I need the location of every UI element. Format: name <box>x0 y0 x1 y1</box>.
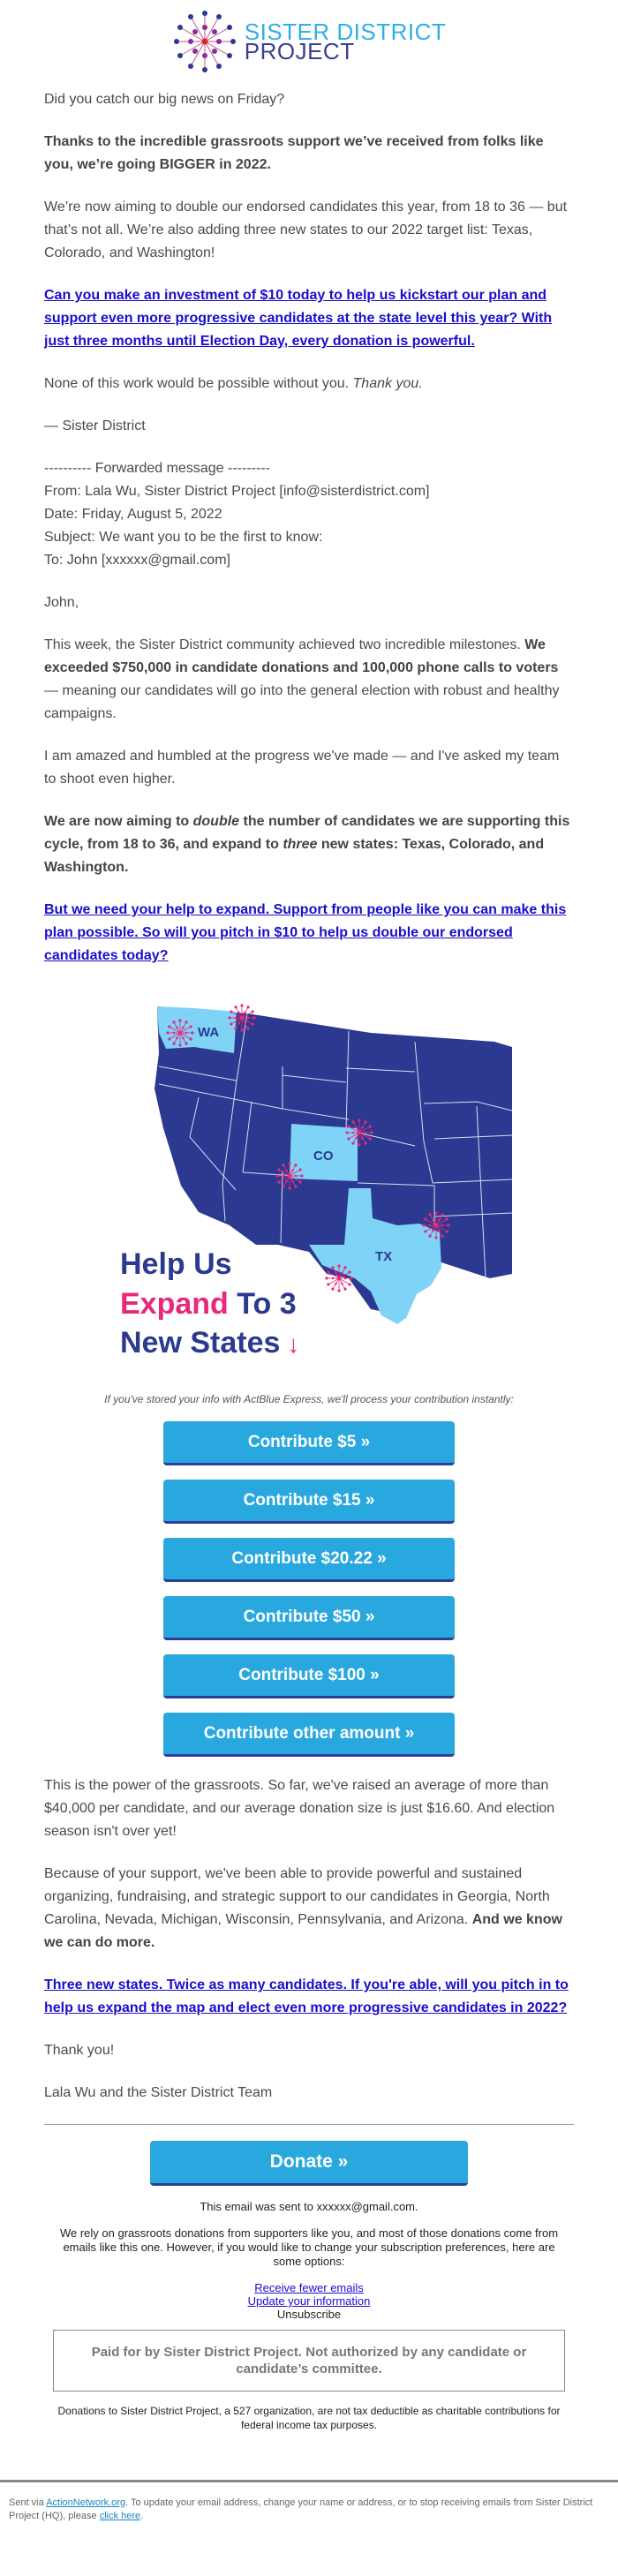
contribute-buttons: Contribute $5 » Contribute $15 » Contrib… <box>0 1421 618 1757</box>
tax-disclaimer: Donations to Sister District Project, a … <box>57 2405 561 2431</box>
amazed-paragraph: I am amazed and humbled at the progress … <box>44 749 560 787</box>
contribute-100-button[interactable]: Contribute $100 » <box>163 1654 455 1699</box>
intro-donate-link[interactable]: Can you make an investment of $10 today … <box>44 288 552 349</box>
click-here-link[interactable]: click here <box>100 2511 140 2521</box>
aim-text-a: We are now aiming to <box>44 814 193 829</box>
aim-italic-three: three <box>283 837 318 852</box>
thanks-paragraph: None of this work would be possible with… <box>44 373 574 395</box>
contribute-20-22-button[interactable]: Contribute $20.22 » <box>163 1538 455 1582</box>
state-label-tx: TX <box>375 1249 392 1264</box>
state-label-co: CO <box>313 1149 334 1164</box>
intro-question: Did you catch our big news on Friday? <box>44 92 285 107</box>
starburst-logo-icon <box>173 11 236 72</box>
contribute-other-button[interactable]: Contribute other amount » <box>163 1713 455 1757</box>
update-information-link[interactable]: Update your information <box>248 2294 371 2308</box>
map-headline-line2: Expand To 3 <box>120 1287 297 1321</box>
rely-paragraph: We rely on grassroots donations from sup… <box>59 2226 559 2268</box>
milestones-paragraph: This week, the Sister District community… <box>44 634 574 726</box>
actionnetwork-link[interactable]: ActionNetwork.org <box>46 2497 125 2508</box>
forwarded-from: From: Lala Wu, Sister District Project [… <box>44 484 430 499</box>
contribute-15-button[interactable]: Contribute $15 » <box>163 1480 455 1524</box>
closing-cta-paragraph: Three new states. Twice as many candidat… <box>44 1974 574 2020</box>
divider <box>44 2124 574 2125</box>
closing-donate-link[interactable]: Three new states. Twice as many candidat… <box>44 1977 569 2015</box>
intro-paragraph: We’re now aiming to double our endorsed … <box>44 200 568 260</box>
contribute-50-button[interactable]: Contribute $50 » <box>163 1596 455 1640</box>
map-headline-line1: Help Us <box>120 1247 232 1281</box>
paid-for-disclaimer: Paid for by Sister District Project. Not… <box>53 2330 565 2391</box>
map-graphic-container: WA CO TX Help Us Expand To 3 New States ↓ <box>0 987 618 1367</box>
signoff: — Sister District <box>44 418 146 433</box>
forwarded-divider: ---------- Forwarded message --------- <box>44 461 270 476</box>
thanks-text: None of this work would be possible with… <box>44 376 353 391</box>
thank-you: Thank you! <box>44 2043 115 2058</box>
sent-via-text: Sent via <box>9 2497 47 2508</box>
donate-row: Donate » <box>0 2141 618 2186</box>
logo[interactable]: SISTER DISTRICT PROJECT <box>172 9 447 74</box>
support-paragraph: Because of your support, we've been able… <box>44 1863 574 1955</box>
expand-donate-link[interactable]: But we need your help to expand. Support… <box>44 902 566 963</box>
aim-paragraph: We are now aiming to double the number o… <box>44 810 574 879</box>
expand-map-image[interactable]: WA CO TX Help Us Expand To 3 New States ↓ <box>106 987 512 1367</box>
intro-bold-paragraph: Thanks to the incredible grassroots supp… <box>44 131 574 177</box>
milestones-tail: — meaning our candidates will go into th… <box>44 683 560 721</box>
actblue-note: If you've stored your info with ActBlue … <box>104 1393 514 1405</box>
unsubscribe-text[interactable]: Unsubscribe <box>0 2308 618 2321</box>
sent-via-end: . <box>140 2511 144 2521</box>
subscription-options: Receive fewer emails Update your informa… <box>0 2281 618 2321</box>
aim-bold: We are now aiming to double the number o… <box>44 814 569 875</box>
aim-italic-double: double <box>192 814 240 829</box>
grassroots-paragraph: This is the power of the grassroots. So … <box>44 1778 555 1839</box>
intro-bold-text: Thanks to the incredible grassroots supp… <box>44 134 544 172</box>
footer: This email was sent to xxxxxx@gmail.com.… <box>0 2200 618 2432</box>
greeting: John, <box>44 595 79 610</box>
intro-cta-paragraph: Can you make an investment of $10 today … <box>44 284 574 353</box>
logo-wordmark: SISTER DISTRICT PROJECT <box>245 20 447 63</box>
signature: Lala Wu and the Sister District Team <box>44 2085 273 2100</box>
forwarded-message-header: ---------- Forwarded message --------- F… <box>44 457 574 572</box>
closing-content: This is the power of the grassroots. So … <box>0 1774 618 2125</box>
state-label-wa: WA <box>198 1025 219 1040</box>
headline-expand: Expand <box>120 1287 229 1321</box>
milestones-text: This week, the Sister District community… <box>44 637 525 652</box>
forwarded-to: To: John [xxxxxx@gmail.com] <box>44 553 230 568</box>
contribute-5-button[interactable]: Contribute $5 » <box>163 1421 455 1465</box>
main-content: Did you catch our big news on Friday? Th… <box>0 88 618 968</box>
down-arrow-icon: ↓ <box>287 1330 299 1358</box>
map-headline-line3: New States ↓ <box>120 1326 299 1360</box>
sent-to: This email was sent to xxxxxx@gmail.com. <box>200 2200 418 2213</box>
forwarded-date: Date: Friday, August 5, 2022 <box>44 507 222 522</box>
us-map-svg: WA CO TX Help Us Expand To 3 New States ↓ <box>120 1004 512 1360</box>
email-body: SISTER DISTRICT PROJECT Did you catch ou… <box>0 0 618 2576</box>
thanks-italic: Thank you. <box>352 376 423 391</box>
header: SISTER DISTRICT PROJECT <box>0 0 618 79</box>
action-network-footer: Sent via ActionNetwork.org. To update yo… <box>0 2480 618 2576</box>
expand-cta-paragraph: But we need your help to expand. Support… <box>44 899 574 968</box>
receive-fewer-emails-link[interactable]: Receive fewer emails <box>254 2281 364 2294</box>
headline-to-3: To 3 <box>229 1287 297 1321</box>
forwarded-subject: Subject: We want you to be the first to … <box>44 530 323 545</box>
headline-new-states: New States <box>120 1326 280 1360</box>
state-wa <box>157 1006 237 1053</box>
donate-button[interactable]: Donate » <box>150 2141 468 2186</box>
